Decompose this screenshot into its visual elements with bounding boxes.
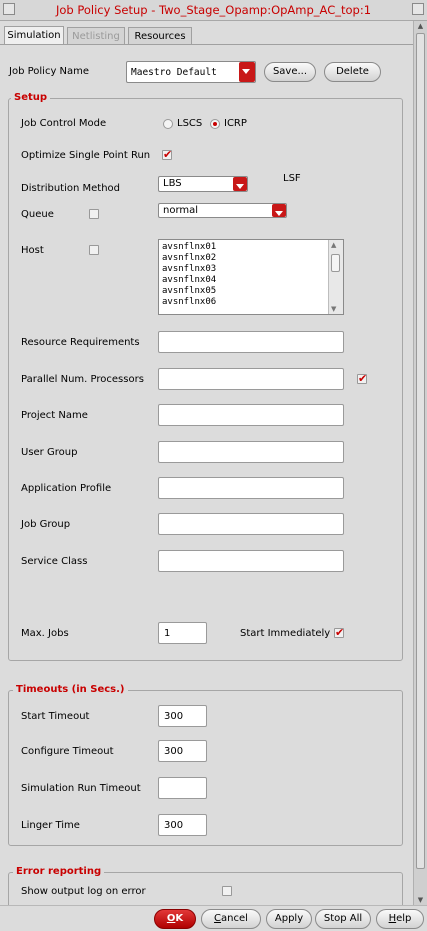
tab-divider [0, 44, 413, 45]
start-timeout-value: 300 [164, 711, 184, 722]
host-checkbox[interactable] [89, 245, 99, 255]
project-name-label: Project Name [21, 410, 88, 421]
list-item[interactable]: avsnflnx01 [159, 242, 343, 253]
distribution-method-value: LBS [163, 178, 182, 189]
optimize-single-point-checkbox[interactable] [162, 148, 172, 161]
list-item[interactable]: avsnflnx03 [159, 264, 343, 275]
service-class-label: Service Class [21, 556, 88, 567]
service-class-input[interactable] [158, 550, 344, 572]
user-group-input[interactable] [158, 441, 344, 463]
list-item[interactable]: avsnflnx06 [159, 297, 343, 308]
window-menu-icon[interactable] [3, 3, 15, 15]
simulation-run-timeout-label: Simulation Run Timeout [21, 783, 141, 794]
help-rest: elp [396, 913, 412, 924]
cancel-button[interactable]: Cancel [201, 909, 261, 929]
distribution-method-select[interactable]: LBS [158, 176, 248, 192]
scroll-down-icon[interactable]: ▼ [331, 305, 336, 313]
stop-all-button[interactable]: Stop All [315, 909, 371, 929]
max-jobs-input[interactable]: 1 [158, 622, 207, 644]
resource-requirements-label: Resource Requirements [21, 337, 140, 348]
tab-netlisting[interactable]: Netlisting [67, 27, 125, 45]
parallel-processors-input[interactable] [158, 368, 344, 390]
scroll-up-icon[interactable]: ▲ [416, 22, 425, 30]
start-timeout-label: Start Timeout [21, 711, 90, 722]
tab-simulation[interactable]: Simulation [4, 26, 64, 45]
scrollbar-thumb[interactable] [416, 33, 425, 869]
start-immediately-checkbox[interactable] [334, 626, 344, 639]
list-item[interactable]: avsnflnx04 [159, 275, 343, 286]
title-bar: Job Policy Setup - Two_Stage_Opamp:OpAmp… [0, 0, 427, 21]
user-group-label: User Group [21, 447, 78, 458]
scroll-down-icon[interactable]: ▼ [416, 896, 425, 904]
lscs-radio[interactable] [163, 119, 173, 129]
optimize-single-point-label: Optimize Single Point Run [21, 150, 151, 161]
setup-group-title: Setup [11, 92, 51, 103]
delete-button[interactable]: Delete [324, 62, 381, 82]
error-reporting-group-title: Error reporting [13, 866, 105, 877]
chevron-down-icon [233, 177, 247, 191]
queue-checkbox[interactable] [89, 209, 99, 219]
job-policy-name-label: Job Policy Name [9, 66, 90, 77]
host-label: Host [21, 245, 44, 256]
configure-timeout-value: 300 [164, 746, 184, 757]
max-jobs-label: Max. Jobs [21, 628, 69, 639]
lscs-label: LSCS [177, 118, 203, 129]
list-item[interactable]: avsnflnx05 [159, 286, 343, 297]
window-title: Job Policy Setup - Two_Stage_Opamp:OpAmp… [55, 3, 372, 17]
configure-timeout-input[interactable]: 300 [158, 740, 207, 762]
apply-button[interactable]: Apply [266, 909, 312, 929]
max-jobs-value: 1 [164, 628, 171, 639]
icrp-label: ICRP [224, 118, 247, 129]
timeouts-group-title: Timeouts (in Secs.) [13, 684, 128, 695]
application-profile-input[interactable] [158, 477, 344, 499]
chevron-down-icon [272, 204, 286, 217]
job-policy-value: Maestro Default [131, 67, 217, 78]
lsf-label: LSF [283, 173, 301, 184]
job-group-input[interactable] [158, 513, 344, 535]
job-policy-select[interactable]: Maestro Default [126, 61, 256, 83]
help-mnemonic: H [388, 913, 397, 924]
show-output-log-checkbox[interactable] [222, 886, 232, 896]
linger-time-label: Linger Time [21, 820, 80, 831]
ok-rest: K [175, 913, 184, 924]
maximize-icon[interactable] [412, 3, 424, 15]
simulation-run-timeout-input[interactable] [158, 777, 207, 799]
linger-time-input[interactable]: 300 [158, 814, 207, 836]
configure-timeout-label: Configure Timeout [21, 746, 114, 757]
host-list-scrollbar[interactable]: ▲ ▼ [328, 240, 343, 314]
chevron-down-icon [239, 62, 255, 82]
host-list[interactable]: avsnflnx01 avsnflnx02 avsnflnx03 avsnfln… [158, 239, 344, 315]
scrollbar-thumb[interactable] [331, 254, 340, 272]
linger-time-value: 300 [164, 820, 184, 831]
parallel-processors-checkbox[interactable] [357, 372, 367, 385]
tab-resources[interactable]: Resources [128, 27, 192, 45]
show-output-log-label: Show output log on error [21, 886, 146, 897]
parallel-processors-label: Parallel Num. Processors [21, 374, 144, 385]
ok-button[interactable]: OK [154, 909, 196, 929]
scroll-up-icon[interactable]: ▲ [331, 241, 336, 249]
start-timeout-input[interactable]: 300 [158, 705, 207, 727]
cancel-rest: ancel [221, 913, 248, 924]
application-profile-label: Application Profile [21, 483, 112, 494]
queue-label: Queue [21, 209, 54, 220]
job-group-label: Job Group [21, 519, 71, 530]
start-immediately-label: Start Immediately [240, 628, 331, 639]
list-item[interactable]: avsnflnx02 [159, 253, 343, 264]
save-button[interactable]: Save... [264, 62, 316, 82]
resource-requirements-input[interactable] [158, 331, 344, 353]
project-name-input[interactable] [158, 404, 344, 426]
job-control-mode-label: Job Control Mode [21, 118, 107, 129]
cancel-mnemonic: C [214, 913, 222, 924]
queue-value: normal [163, 205, 199, 216]
icrp-radio[interactable] [210, 119, 220, 129]
window-scrollbar[interactable]: ▲ ▼ [413, 21, 427, 905]
distribution-method-label: Distribution Method [21, 183, 121, 194]
queue-select[interactable]: normal [158, 203, 287, 218]
help-button[interactable]: Help [376, 909, 424, 929]
